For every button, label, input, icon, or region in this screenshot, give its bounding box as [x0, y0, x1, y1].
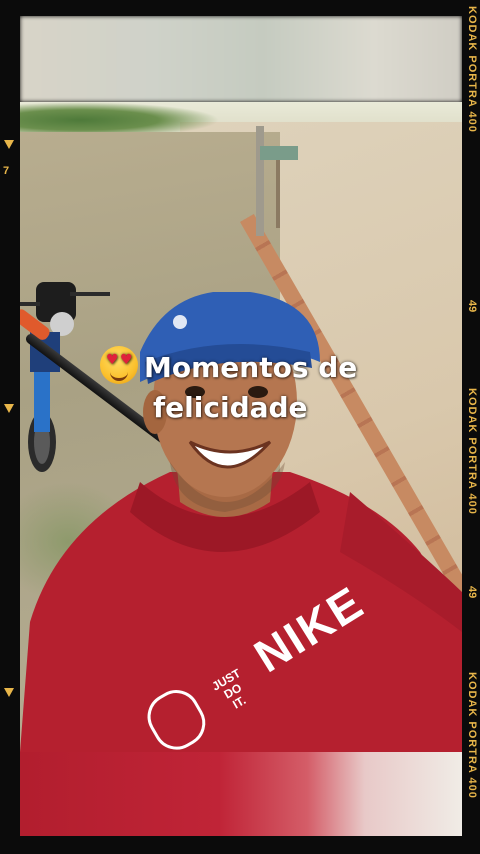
film-border-top — [0, 0, 480, 16]
caption-line-2: felicidade — [153, 391, 308, 424]
sign-board — [260, 146, 298, 160]
film-marker-triangle-1 — [4, 140, 14, 149]
film-brand-label-top: KODAK PORTRA 400 — [466, 6, 478, 133]
fence-post — [256, 126, 264, 236]
film-border-bottom — [0, 836, 480, 854]
film-marker-triangle-2 — [4, 404, 14, 413]
heart-eyes-emoji: ♥ ♥ — [100, 346, 138, 384]
caption-line-1-text: Momentos de — [144, 351, 358, 384]
blurred-top-band — [20, 16, 462, 102]
film-border-left — [0, 0, 20, 854]
caption-text: ♥ ♥ Momentos de felicidade — [100, 346, 400, 428]
film-left-mark: 7 — [3, 165, 10, 177]
film-brand-label-bottom: KODAK PORTRA 400 — [466, 672, 478, 799]
caption-line-1: ♥ ♥ Momentos de — [100, 346, 400, 388]
blurred-bottom-band — [20, 752, 462, 836]
trees — [20, 102, 220, 132]
film-brand-label-middle: KODAK PORTRA 400 — [466, 388, 478, 515]
film-frame-number-1: 49 — [466, 300, 478, 313]
photo-frame: NIKE JUST DO IT. ♥ ♥ Momentos de felicid… — [0, 0, 480, 854]
film-frame-number-2: 49 — [466, 586, 478, 599]
film-marker-triangle-3 — [4, 688, 14, 697]
sign-post — [276, 158, 280, 228]
